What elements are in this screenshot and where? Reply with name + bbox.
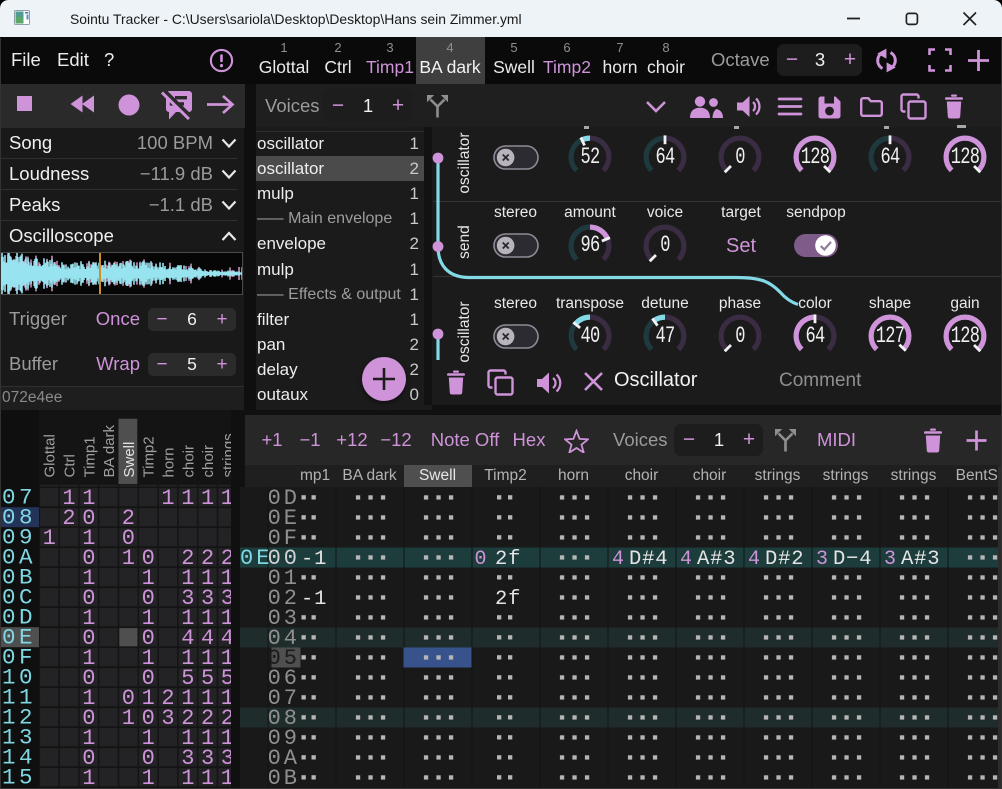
- svg-text:horn: horn: [161, 447, 178, 477]
- svg-text:1: 1: [201, 766, 214, 789]
- svg-text:1: 1: [221, 766, 231, 789]
- svg-text:1: 1: [122, 546, 135, 571]
- svg-text:1: 1: [201, 486, 214, 511]
- svg-text:A#3: A#3: [697, 548, 736, 571]
- svg-text:D#2: D#2: [765, 548, 804, 571]
- svg-text:Glottal: Glottal: [42, 434, 59, 477]
- svg-text:2f: 2f: [495, 588, 521, 611]
- svg-text:4: 4: [612, 548, 624, 571]
- svg-text:2: 2: [62, 506, 75, 531]
- svg-text:1: 1: [161, 486, 174, 511]
- svg-text:Timp1: Timp1: [81, 436, 98, 477]
- svg-text:4: 4: [680, 548, 692, 571]
- svg-text:-1: -1: [301, 588, 327, 611]
- svg-text:3: 3: [161, 706, 174, 731]
- svg-text:-1: -1: [301, 548, 327, 571]
- svg-text:1: 1: [82, 766, 95, 789]
- svg-text:3: 3: [884, 548, 896, 571]
- svg-text:15: 15: [2, 764, 36, 789]
- svg-text:4: 4: [748, 548, 760, 571]
- svg-text:1: 1: [142, 766, 155, 789]
- svg-text:1: 1: [181, 486, 194, 511]
- svg-text:3: 3: [816, 548, 828, 571]
- svg-text:D−4: D−4: [833, 548, 872, 571]
- svg-text:Ctrl: Ctrl: [62, 454, 79, 477]
- svg-text:strings: strings: [220, 433, 231, 477]
- svg-text:A#3: A#3: [901, 548, 940, 571]
- svg-text:choir: choir: [200, 445, 217, 478]
- svg-text:1: 1: [43, 526, 56, 551]
- svg-text:0: 0: [474, 548, 486, 571]
- svg-text:choir: choir: [180, 445, 197, 478]
- svg-text:D#4: D#4: [629, 548, 668, 571]
- svg-text:1: 1: [122, 706, 135, 731]
- svg-text:0B: 0B: [268, 766, 300, 789]
- svg-text:Swell: Swell: [121, 442, 138, 478]
- svg-text:1: 1: [221, 486, 231, 511]
- svg-text:BA dark: BA dark: [101, 424, 118, 477]
- svg-text:1: 1: [181, 766, 194, 789]
- svg-text:Timp2: Timp2: [141, 436, 158, 477]
- svg-text:2f: 2f: [495, 548, 521, 571]
